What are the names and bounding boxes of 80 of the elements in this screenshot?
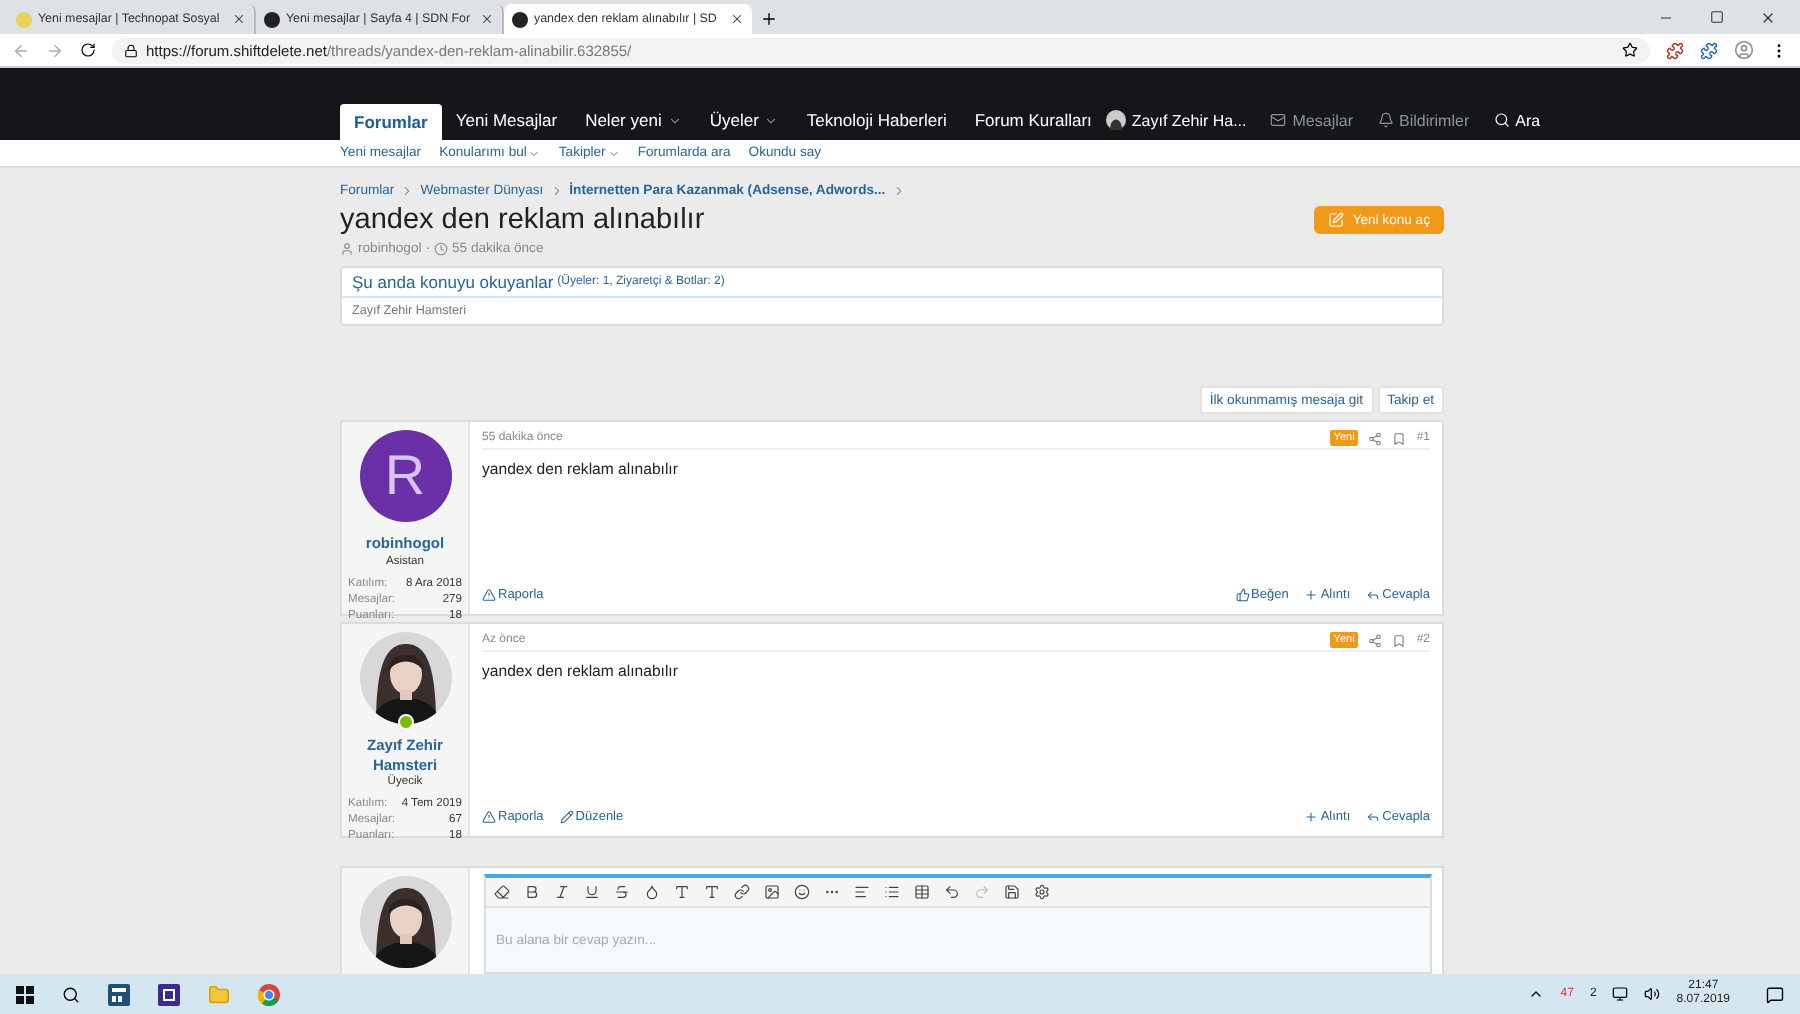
close-icon[interactable] <box>730 12 744 26</box>
edit-icon <box>1328 212 1345 228</box>
nav-tab[interactable]: Forum Kuralları <box>960 100 1106 140</box>
nav-tab[interactable]: Üyeler <box>695 100 793 140</box>
chevron-icon <box>891 183 906 197</box>
volume-icon[interactable] <box>1644 986 1661 1002</box>
thread-title: yandex den reklam alınabılır <box>340 204 705 236</box>
italic-icon[interactable] <box>554 884 570 900</box>
reload-icon[interactable] <box>80 42 96 58</box>
profile-icon[interactable] <box>1734 40 1754 60</box>
new-tab-icon[interactable] <box>760 10 778 28</box>
app-icon[interactable] <box>158 983 180 1005</box>
user-avatar[interactable]: R <box>359 430 451 522</box>
readers-title: Şu anda konuyu okuyanlar <box>352 272 554 292</box>
clock-icon <box>434 242 449 256</box>
maximize-icon[interactable] <box>1710 10 1724 24</box>
thumbs-up-icon <box>1235 588 1250 602</box>
save-icon[interactable] <box>1004 884 1020 900</box>
browser-icon[interactable] <box>258 983 280 1005</box>
alerts-link[interactable]: Bildirimler <box>1377 111 1470 129</box>
list-icon[interactable] <box>884 884 900 900</box>
network-icon[interactable] <box>1612 986 1629 1002</box>
plus-icon <box>1304 588 1319 602</box>
favicon-icon <box>264 11 280 27</box>
caret-icon <box>764 113 779 127</box>
chevron-icon <box>549 183 564 197</box>
bold-icon[interactable] <box>524 884 540 900</box>
notifications-icon[interactable] <box>1766 985 1784 1003</box>
chevron-icon[interactable] <box>1528 986 1545 1002</box>
lock-icon <box>124 43 138 57</box>
search-link[interactable]: Ara <box>1493 111 1541 129</box>
bookmark-icon[interactable] <box>1392 633 1407 647</box>
close-icon[interactable] <box>1760 9 1776 25</box>
strikethrough-icon[interactable] <box>614 884 630 900</box>
star-icon[interactable] <box>1622 42 1638 58</box>
calculator-icon[interactable] <box>108 983 130 1005</box>
underline-icon[interactable] <box>584 884 600 900</box>
align-icon[interactable] <box>854 884 870 900</box>
bookmark-icon[interactable] <box>1392 431 1407 445</box>
caret-icon <box>607 147 620 159</box>
font-size-icon[interactable] <box>704 884 720 900</box>
share-icon[interactable] <box>1368 633 1383 647</box>
extension-icon[interactable] <box>1700 41 1718 59</box>
favicon-icon <box>16 11 32 27</box>
nav-tab[interactable]: Yeni Mesajlar <box>441 100 572 140</box>
reply-icon <box>1366 588 1381 602</box>
droplet-icon[interactable] <box>644 884 660 900</box>
favicon-icon <box>512 11 528 27</box>
reply-icon <box>1366 810 1381 824</box>
nav-tab[interactable]: Forumlar <box>340 104 442 140</box>
eraser-icon[interactable] <box>494 884 510 900</box>
caret-icon <box>528 147 541 159</box>
warning-icon <box>482 810 496 824</box>
avatar-icon <box>1105 110 1126 130</box>
link-icon[interactable] <box>734 884 750 900</box>
bell-icon <box>1377 112 1393 128</box>
search-icon <box>1493 112 1510 128</box>
windows-icon[interactable] <box>16 985 34 1003</box>
undo-icon[interactable] <box>944 884 960 900</box>
image-icon[interactable] <box>764 884 780 900</box>
settings-icon[interactable] <box>1034 884 1050 900</box>
plus-icon <box>1304 810 1319 824</box>
user-icon <box>340 242 354 256</box>
smiley-icon[interactable] <box>794 884 810 900</box>
close-icon[interactable] <box>480 12 494 26</box>
extension-icon[interactable] <box>1666 41 1684 59</box>
table-icon[interactable] <box>914 884 930 900</box>
close-icon[interactable] <box>232 12 246 26</box>
messages-link[interactable]: Mesajlar <box>1270 111 1353 129</box>
nav-tab[interactable]: Neler yeni <box>571 100 696 140</box>
user-menu[interactable]: Zayıf Zehir Ha... <box>1105 110 1247 130</box>
share-icon[interactable] <box>1368 431 1383 445</box>
font-icon[interactable] <box>674 884 690 900</box>
caret-icon <box>667 113 682 127</box>
nav-tab[interactable]: Teknoloji Haberleri <box>792 100 961 140</box>
warning-icon <box>482 588 496 602</box>
pencil-icon <box>559 810 574 824</box>
search-icon[interactable] <box>62 985 80 1003</box>
mail-icon <box>1270 112 1287 128</box>
chevron-icon <box>400 183 415 197</box>
